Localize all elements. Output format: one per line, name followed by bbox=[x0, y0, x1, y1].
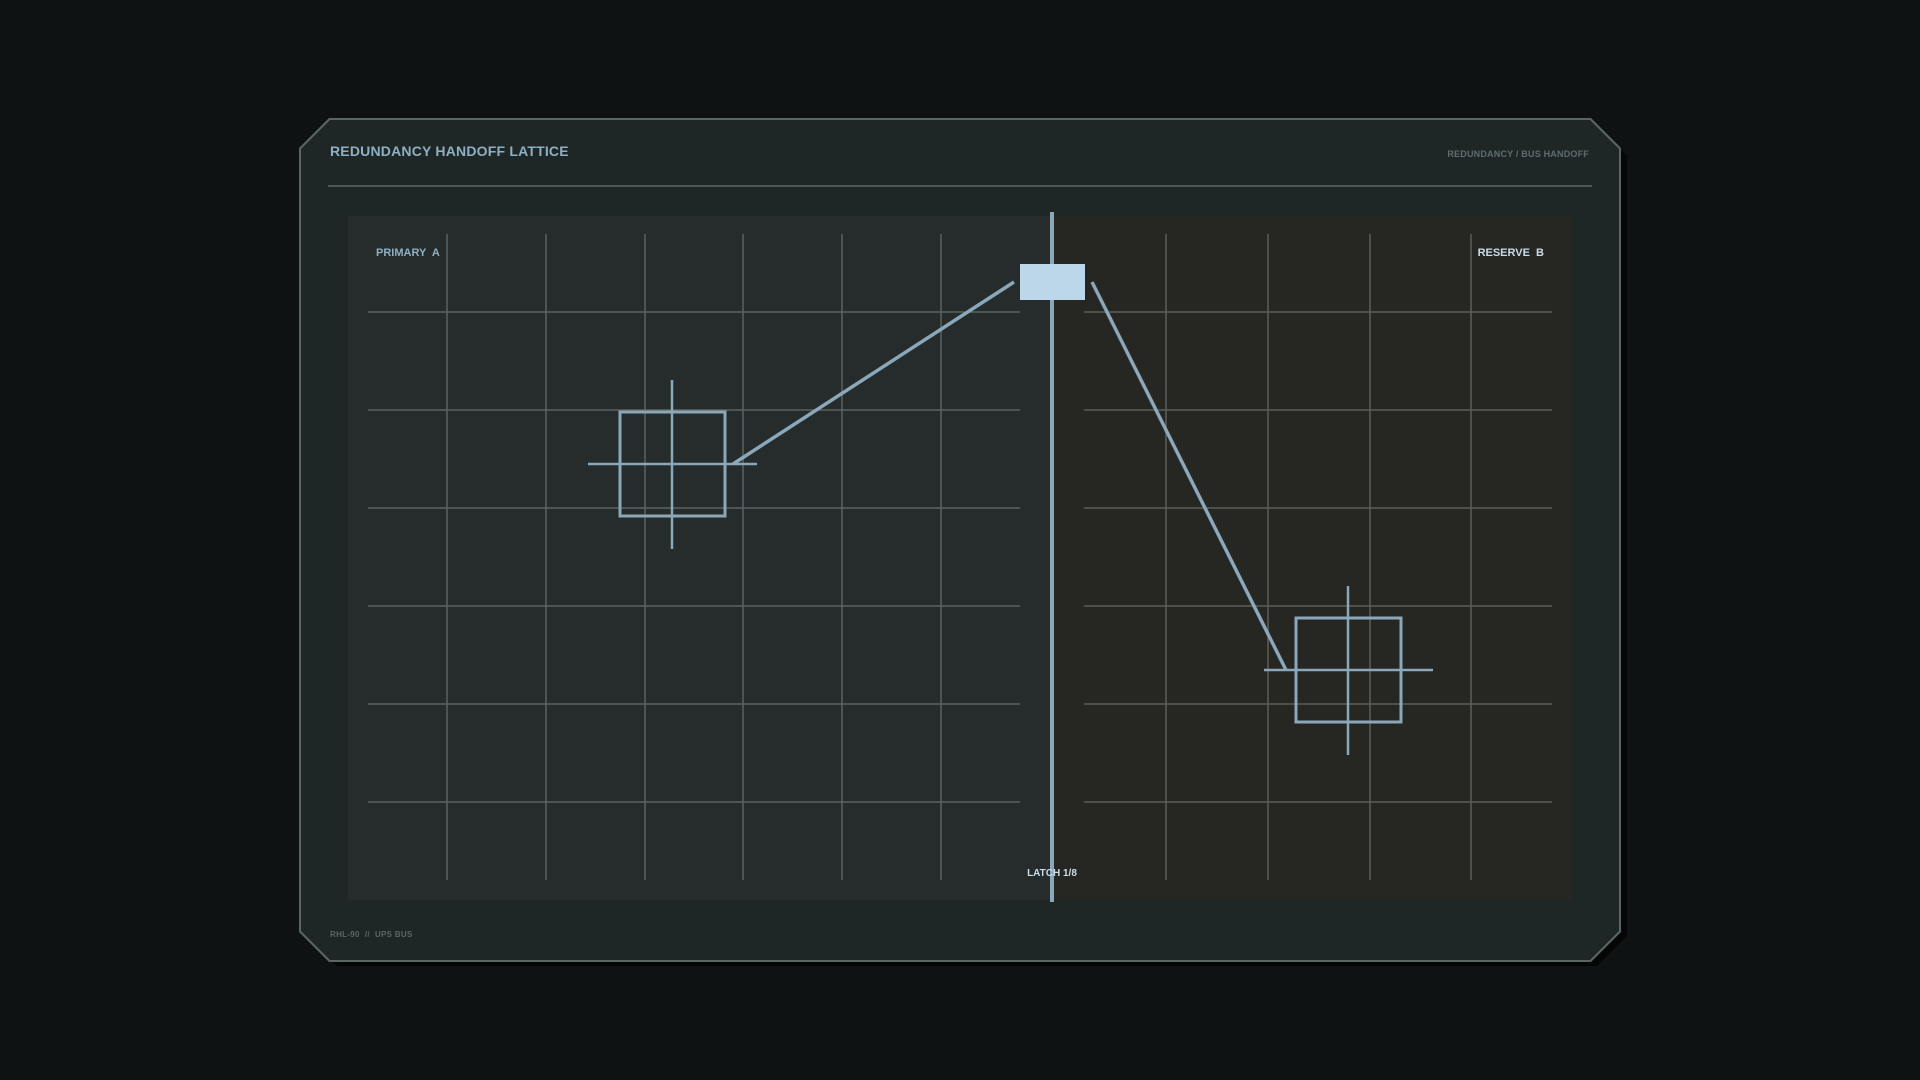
primary-zone-label: PRIMARY A bbox=[376, 247, 440, 259]
reserve-zone bbox=[1052, 216, 1572, 900]
latch-label: LATCH 1/8 bbox=[1027, 868, 1077, 879]
reserve-zone-label: RESERVE B bbox=[1478, 247, 1544, 259]
primary-zone bbox=[348, 216, 1052, 900]
latch-handle[interactable] bbox=[1020, 264, 1085, 300]
handoff-lattice: PRIMARY A RESERVE B LATCH 1/8 bbox=[348, 212, 1572, 902]
footer-id: RHL-90 // UPS BUS bbox=[330, 930, 413, 939]
